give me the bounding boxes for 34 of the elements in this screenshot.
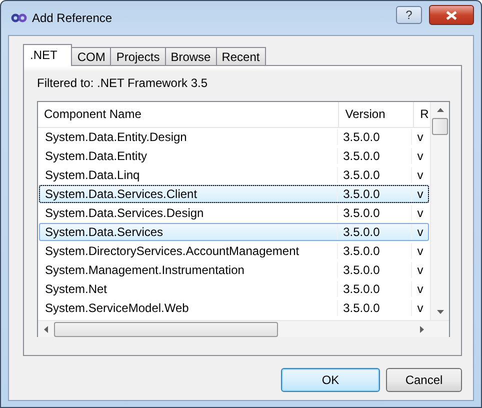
scroll-thumb[interactable] [54,322,278,336]
scroll-left-icon [44,326,48,332]
list-row[interactable]: System.Data.Entity.Design 3.5.0.0 v [39,128,430,146]
app-icon [11,13,27,23]
horizontal-scrollbar[interactable] [38,320,449,337]
scroll-thumb[interactable] [432,118,448,135]
tab[interactable]: Browse [164,47,217,65]
tab[interactable]: Recent [216,47,266,65]
vertical-scrollbar[interactable] [430,102,449,320]
list-row[interactable]: System.Data.Entity 3.5.0.0 v [39,147,430,165]
list-row[interactable]: System.Data.Services.Design 3.5.0.0 v [39,204,430,222]
list-row[interactable]: System.Data.Services.Client 3.5.0.0 v [39,185,430,203]
window-title: Add Reference [32,11,114,25]
tab[interactable]: COM [71,47,112,65]
column-header[interactable]: R [414,102,430,127]
close-icon [446,10,457,20]
scroll-right-icon [420,326,424,332]
ok-button[interactable]: OK [281,368,380,392]
cancel-button[interactable]: Cancel [386,368,462,392]
tab[interactable]: .NET [23,44,72,66]
list-row[interactable]: System.Management.Instrumentation 3.5.0.0 v [39,261,430,279]
list-row[interactable]: System.Data.Services 3.5.0.0 v [39,223,430,241]
scroll-down-icon [436,310,444,314]
list-row[interactable]: System.Net 3.5.0.0 v [39,280,430,298]
list-row[interactable]: System.ServiceModel.Web 3.5.0.0 v [39,299,430,317]
column-header[interactable]: Version [339,102,414,127]
list-row[interactable]: System.DirectoryServices.AccountManagement 3.5.0.0 v [39,242,430,260]
list-row[interactable]: System.Data.Linq 3.5.0.0 v [39,166,430,184]
help-button[interactable]: ? [396,6,422,24]
column-header[interactable]: Component Name [38,102,340,127]
filter-label: Filtered to: .NET Framework 3.5 [37,76,208,92]
tab[interactable]: Projects [110,47,166,65]
scroll-up-icon [436,108,444,112]
close-button[interactable] [429,5,474,25]
